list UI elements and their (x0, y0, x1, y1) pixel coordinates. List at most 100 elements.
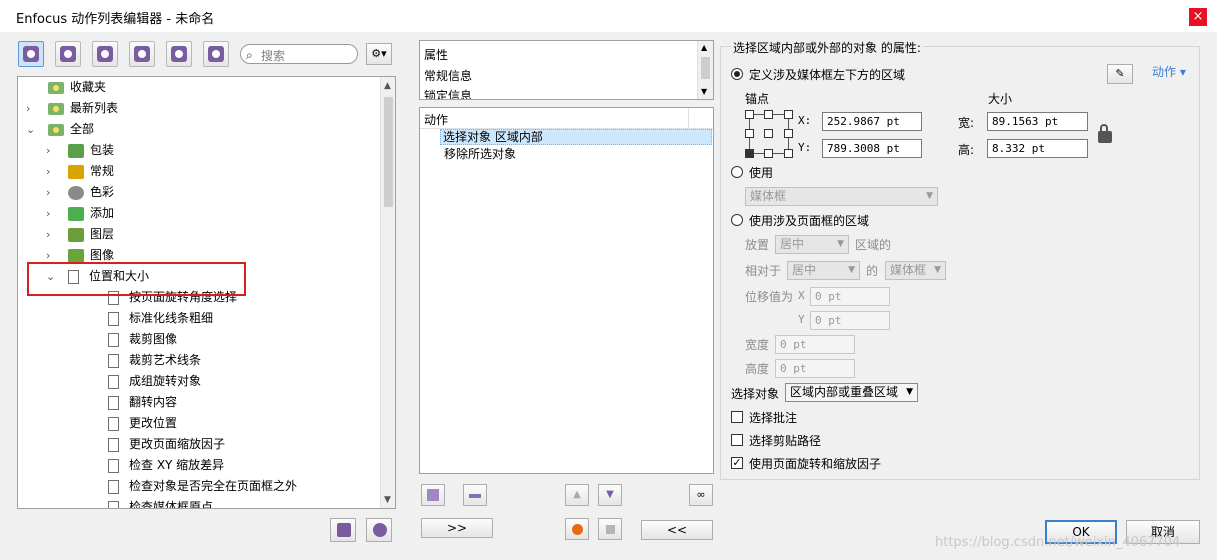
tree-item[interactable]: 收藏夹 (22, 77, 380, 98)
tree-item[interactable]: 裁剪艺术线条 (22, 350, 380, 371)
props-scrollbar[interactable]: ▲ ▼ (697, 41, 713, 99)
tree-item[interactable]: › 常规 (22, 161, 380, 182)
tree-item[interactable]: 裁剪图像 (22, 329, 380, 350)
preview-button[interactable]: ∞ (689, 484, 713, 506)
radio-use-box[interactable] (731, 166, 743, 178)
remove-action-button[interactable] (463, 484, 487, 506)
anchor-point[interactable] (745, 129, 754, 138)
tree-item[interactable]: › 最新列表 (22, 98, 380, 119)
expand-chevron-icon[interactable]: ⌄ (26, 119, 38, 140)
forward-button[interactable]: >> (421, 518, 493, 538)
tree-item[interactable]: 检查 XY 缩放差异 (22, 455, 380, 476)
props-item[interactable]: 常规信息 (424, 66, 472, 86)
action-row[interactable]: 移除所选对象 (444, 146, 516, 162)
move-up-button[interactable]: ▲ (565, 484, 589, 506)
relative-select[interactable]: 居中 ▼ (787, 261, 860, 280)
place-select[interactable]: 居中 ▼ (775, 235, 849, 254)
select-objects-dropdown[interactable]: 区域内部或重叠区域 ▼ (785, 383, 918, 402)
record-button[interactable] (565, 518, 589, 540)
actions-list[interactable]: 动作 选择对象 区域内部 移除所选对象 (419, 107, 714, 474)
refresh-actions-button[interactable] (92, 41, 118, 67)
expand-chevron-icon[interactable]: › (46, 182, 58, 203)
anchor-point[interactable] (764, 110, 773, 119)
close-button[interactable]: × (1189, 8, 1207, 26)
radio-media-box-region[interactable] (731, 68, 743, 80)
actions-menu-link[interactable]: 动作 ▾ (1152, 63, 1186, 80)
checkbox-page-rotation-scale[interactable]: ✓ (731, 457, 743, 469)
tree-item-label: 添加 (90, 206, 115, 220)
props-item[interactable]: 属性 (424, 45, 448, 65)
tree-item[interactable]: 检查媒体框原点 (22, 497, 380, 508)
edit-action-button[interactable] (55, 41, 81, 67)
checkbox-select-annotations[interactable] (731, 411, 743, 423)
tree-item[interactable]: 翻转内容 (22, 392, 380, 413)
anchor-point[interactable] (784, 149, 793, 158)
props-item[interactable]: 锁定信息 (424, 86, 472, 99)
expand-chevron-icon[interactable]: › (26, 98, 38, 119)
scroll-up-icon[interactable]: ▲ (701, 43, 707, 52)
favorites-actions-button[interactable] (18, 41, 44, 67)
lock-icon[interactable] (1098, 124, 1112, 143)
x-field[interactable]: 252.9867 pt (822, 112, 922, 131)
back-button[interactable]: << (641, 520, 713, 540)
search-input[interactable]: ⌕ 搜索 (240, 44, 358, 64)
radio-page-box-label: 使用涉及页面框的区域 (749, 214, 870, 228)
width-field[interactable]: 89.1563 pt (987, 112, 1088, 131)
select-objects-value: 区域内部或重叠区域 (790, 385, 899, 399)
add-gear-button[interactable] (366, 518, 392, 542)
w-field[interactable]: 0 pt (775, 335, 855, 354)
tree-scrollbar[interactable]: ▲ ▼ (380, 77, 395, 508)
tree-scroll-thumb[interactable] (384, 97, 393, 207)
gear-menu-button[interactable]: ⚙▾ (366, 43, 392, 65)
y-field[interactable]: 789.3008 pt (822, 139, 922, 158)
relative-box-select[interactable]: 媒体框 ▼ (885, 261, 946, 280)
tools-action-button[interactable] (203, 41, 229, 67)
tree-item[interactable]: 检查对象是否完全在页面框之外 (22, 476, 380, 497)
stop-button[interactable] (598, 518, 622, 540)
anchor-point[interactable] (764, 129, 773, 138)
expand-chevron-icon[interactable]: › (46, 224, 58, 245)
box-select[interactable]: 媒体框 ▼ (745, 187, 938, 206)
tree-item[interactable]: › 包装 (22, 140, 380, 161)
package-icon (68, 143, 84, 158)
anchor-point[interactable] (764, 149, 773, 158)
scroll-down-icon[interactable]: ▼ (384, 495, 391, 505)
tree-item[interactable]: 更改页面缩放因子 (22, 434, 380, 455)
expand-chevron-icon[interactable]: › (46, 161, 58, 182)
copy-action-button[interactable] (421, 484, 445, 506)
info-action-button[interactable] (166, 41, 192, 67)
action-row-selected[interactable]: 选择对象 区域内部 (440, 129, 712, 145)
tree-item[interactable]: › 添加 (22, 203, 380, 224)
props-scroll-thumb[interactable] (701, 57, 710, 79)
radio-media-box-label: 定义涉及媒体框左下方的区域 (749, 68, 906, 82)
anchor-point[interactable] (745, 110, 754, 119)
tree-item[interactable]: › 色彩 (22, 182, 380, 203)
offset-y-field[interactable]: 0 pt (810, 311, 890, 330)
anchor-point[interactable] (784, 129, 793, 138)
expand-chevron-icon[interactable]: › (46, 140, 58, 161)
anchor-point[interactable] (784, 110, 793, 119)
scroll-up-icon[interactable]: ▲ (384, 81, 391, 91)
checkbox-clipping-paths[interactable] (731, 434, 743, 446)
scroll-down-icon[interactable]: ▼ (701, 87, 707, 96)
radio-page-box-region[interactable] (731, 214, 743, 226)
properties-list[interactable]: 属性 常规信息 锁定信息 ▲ ▼ (419, 40, 714, 100)
h-field[interactable]: 0 pt (775, 359, 855, 378)
tree-item[interactable]: 成组旋转对象 (22, 371, 380, 392)
glasses-icon: ∞ (696, 488, 706, 501)
expand-chevron-icon[interactable]: › (46, 203, 58, 224)
tree-item-label: 包装 (90, 143, 115, 157)
tree-item[interactable]: ⌄ 全部 (22, 119, 380, 140)
offset-x-field[interactable]: 0 pt (810, 287, 890, 306)
tree-item[interactable]: 标准化线条粗细 (22, 308, 380, 329)
approve-action-button[interactable] (129, 41, 155, 67)
height-field[interactable]: 8.332 pt (987, 139, 1088, 158)
add-action-button[interactable] (330, 518, 356, 542)
chevron-down-icon: ▼ (934, 265, 941, 275)
anchor-point-selected[interactable] (745, 149, 754, 158)
tree-item[interactable]: 更改位置 (22, 413, 380, 434)
anchor-grid[interactable] (745, 110, 793, 158)
move-down-button[interactable]: ▼ (598, 484, 622, 506)
tree-item[interactable]: › 图层 (22, 224, 380, 245)
eyedropper-button[interactable]: ✎ (1107, 64, 1133, 84)
